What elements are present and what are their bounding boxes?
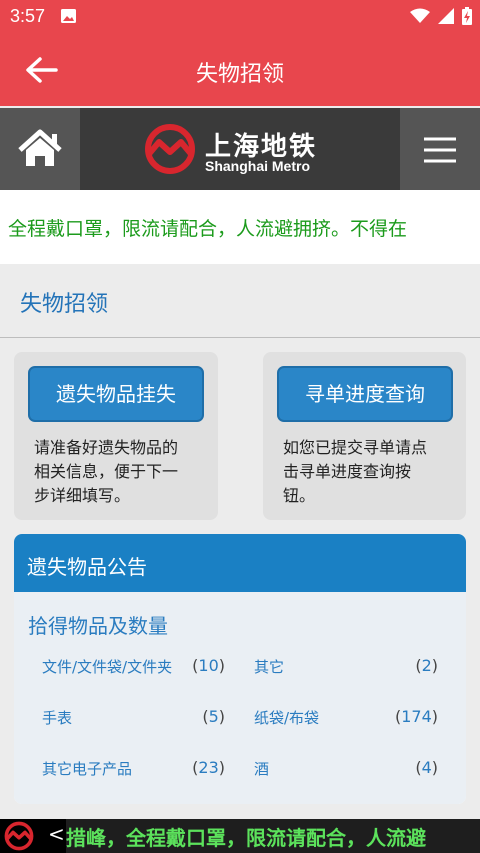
item-count: (4) (415, 758, 438, 777)
notice-body: 拾得物品及数量 文件/文件袋/文件夹 (10) 其它 (2) 手表 (5) 纸袋… (14, 592, 466, 804)
lost-items-notice: 遗失物品公告 拾得物品及数量 文件/文件袋/文件夹 (10) 其它 (2) 手表… (14, 534, 466, 804)
image-notification-icon (61, 9, 76, 23)
wifi-icon (410, 8, 430, 23)
item-name[interactable]: 其它电子产品 (42, 758, 132, 779)
item-count: (23) (192, 758, 225, 777)
ticker-back-arrow[interactable]: < (48, 822, 65, 846)
item-name[interactable]: 手表 (42, 707, 72, 728)
metro-logo-icon (4, 821, 34, 851)
search-progress-button[interactable]: 寻单进度查询 (277, 366, 453, 422)
app-bar: 失物招领 (0, 32, 480, 106)
report-lost-card: 遗失物品挂失 请准备好遗失物品的 相关信息，便于下一 步详细填写。 (14, 352, 218, 520)
announcement-marquee: 全程戴口罩，限流请配合，人流避拥挤。不得在 (0, 190, 480, 264)
item-name[interactable]: 酒 (254, 758, 269, 779)
ticker-text: 措峰，全程戴口罩，限流请配合，人流避 (66, 826, 426, 850)
shanghai-metro-logo: 上海地铁 Shanghai Metro (145, 124, 345, 174)
page-title: 失物招领 (195, 62, 284, 87)
battery-icon (462, 7, 472, 25)
notice-header: 遗失物品公告 (14, 534, 466, 592)
hamburger-menu-icon (424, 137, 456, 163)
item-count: (174) (394, 707, 438, 726)
status-time: 3:57 (10, 6, 46, 26)
report-lost-button[interactable]: 遗失物品挂失 (28, 366, 204, 422)
home-icon (18, 129, 62, 166)
section-header: 失物招领 (0, 264, 480, 338)
item-count: (10) (192, 656, 225, 675)
report-lost-description: 请准备好遗失物品的 相关信息，便于下一 步详细填写。 (34, 438, 179, 505)
item-name[interactable]: 文件/文件袋/文件夹 (42, 656, 172, 677)
search-progress-card: 寻单进度查询 如您已提交寻单请点 击寻单进度查询按 钮。 (263, 352, 466, 520)
item-count: (2) (415, 656, 438, 675)
item-name[interactable]: 纸袋/布袋 (254, 707, 319, 728)
item-name[interactable]: 其它 (254, 656, 284, 677)
metro-header: 上海地铁 Shanghai Metro (0, 108, 480, 190)
status-bar: 3:57 (0, 0, 480, 32)
search-progress-description: 如您已提交寻单请点 击寻单进度查询按 钮。 (283, 438, 428, 505)
home-button[interactable] (0, 108, 80, 190)
bottom-ticker: < 措峰，全程戴口罩，限流请配合，人流避 (0, 819, 480, 853)
notice-subtitle: 拾得物品及数量 (28, 614, 168, 638)
metro-name-en: Shanghai Metro (205, 158, 311, 174)
signal-icon (438, 8, 454, 24)
ticker-controls: < (0, 819, 66, 853)
item-count: (5) (202, 707, 225, 726)
section-title: 失物招领 (20, 292, 109, 317)
marquee-text: 全程戴口罩，限流请配合，人流避拥挤。不得在 (8, 218, 408, 240)
metro-logo-icon (145, 124, 195, 174)
menu-button[interactable] (400, 108, 480, 190)
